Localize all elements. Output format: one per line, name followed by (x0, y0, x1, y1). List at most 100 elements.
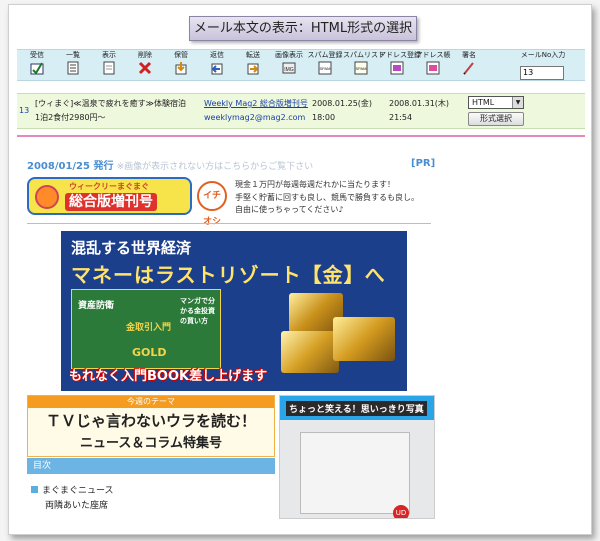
format-select-value: HTML (472, 98, 495, 107)
chevron-down-icon: ▼ (512, 97, 523, 108)
reply-icon (211, 63, 223, 75)
mail-subject-line2: 1泊2食付2980円〜 (35, 113, 106, 122)
toolbar-address-register[interactable]: アドレス登録 (379, 51, 421, 75)
address-book-icon (426, 61, 440, 75)
toolbar-label: アドレス登録 (379, 51, 421, 59)
logo-title: 総合版増刊号 (65, 193, 157, 211)
list-icon (67, 61, 79, 75)
toolbar-label: アドレス帳 (415, 51, 451, 59)
issue-date: 2008/01/25 発行 (27, 161, 114, 172)
ad-books-image: 資産防衛 金取引入門 マンガで分かる金投資の買い方 GOLD (71, 289, 221, 369)
mail-sent-date: 2008.01.25(金) (312, 99, 373, 108)
toolbar-image[interactable]: 画像表示 IMG (271, 51, 307, 75)
newsletter-logo: ウィークリーまぐまぐ 総合版増刊号 (27, 177, 192, 215)
format-select-button[interactable]: 形式選択 (468, 112, 524, 126)
toc-subitem: 両隣あいた座席 (45, 501, 109, 511)
toolbar-label: スパム登録 (307, 51, 343, 59)
mascot-icon (35, 185, 59, 209)
toolbar-label: メールNo入力 (520, 51, 566, 59)
logo-subtitle: ウィークリーまぐまぐ (69, 182, 149, 191)
gold-bar-image (333, 317, 395, 361)
toc-item-label: まぐまぐニュース (42, 486, 114, 496)
promo-text: 現金１万円が毎週毎週だれかに当たります！ 手堅く貯蓄に回すも良し、競馬で勝負する… (235, 179, 419, 217)
image-fallback-link[interactable]: ※画像が表示されない方はこちらからご覧下さい (117, 162, 314, 172)
issue-line: 2008/01/25 発行 ※画像が表示されない方はこちらからご覧下さい (27, 157, 313, 172)
ad-book-title: 金取引入門 (126, 323, 172, 333)
page-title: メール本文の表示：HTML形式の選択 (189, 16, 417, 41)
address-register-icon (390, 61, 404, 75)
photo-header: ちょっと笑える！思いっきり写真 (280, 396, 434, 420)
mail-sent-time: 18:00 (312, 113, 336, 122)
toc-heading: 目次 (27, 458, 275, 474)
format-select[interactable]: HTML ▼ (468, 96, 524, 109)
toolbar-label: 転送 (246, 51, 260, 59)
photo-header-text: ちょっと笑える！思いっきり写真 (286, 401, 427, 416)
forward-icon (247, 63, 259, 75)
toolbar-spam-register[interactable]: スパム登録 SPAM (307, 51, 343, 75)
toolbar-address-book[interactable]: アドレス帳 (415, 51, 451, 75)
mail-viewer-window: メール本文の表示：HTML形式の選択 受信 一覧 表示 削除 保管 返信 転送 (8, 4, 592, 535)
archive-icon (175, 62, 187, 75)
divider (27, 223, 431, 224)
toolbar-label: 一覧 (66, 51, 80, 59)
spam-register-icon: SPAM (318, 61, 332, 75)
ichioshi-badge-icon: イチオシ (197, 181, 227, 227)
toolbar-delete[interactable]: 削除 (127, 51, 163, 75)
toolbar-label: 保管 (174, 51, 188, 59)
promo-line: 現金１万円が毎週毎週だれかに当たります！ (235, 180, 395, 189)
image-icon: IMG (282, 62, 296, 74)
ad-title: 混乱する世界経済 (71, 239, 192, 257)
toolbar-label: スパムリスト (343, 51, 385, 59)
svg-text:IMG: IMG (284, 67, 294, 73)
svg-text:SPAM: SPAM (355, 66, 366, 71)
ad-footer: もれなく入門BOOK差し上げます (69, 369, 268, 384)
toolbar-list[interactable]: 一覧 (55, 51, 91, 75)
gold-bar-image (281, 331, 339, 373)
mail-subject: [ウィまぐ]≪温泉で疲れを癒す≫体験宿泊 (35, 99, 186, 108)
mail-from-name[interactable]: Weekly Mag2 総合版増刊号 (204, 98, 308, 109)
toolbar-forward[interactable]: 転送 (235, 51, 271, 75)
toolbar-label: 返信 (210, 51, 224, 59)
gold-ad-banner[interactable]: 混乱する世界経済 マネーはラストリゾート【金】へ 資産防衛 金取引入門 マンガで… (61, 231, 407, 391)
ad-book-title: 資産防衛 (78, 301, 115, 311)
mail-from-email: weeklymag2@mag2.com (204, 113, 306, 122)
photo-image: UD (300, 432, 410, 518)
toolbar-label: 画像表示 (275, 51, 303, 59)
funny-photo-banner[interactable]: ちょっと笑える！思いっきり写真 UD (279, 395, 435, 519)
receive-icon (30, 62, 44, 75)
toolbar-signature[interactable]: 署名 (451, 51, 487, 75)
promo-line: 手堅く貯蓄に回すも良し、競馬で勝負するも良し。 (235, 192, 419, 202)
bullet-icon (31, 486, 38, 493)
theme-headline: ＴＶじゃ言わないウラを読む！ (45, 412, 256, 430)
mail-number: 13 (19, 106, 30, 115)
toolbar-receive[interactable]: 受信 (19, 51, 55, 75)
weekly-theme-box: 今週のテーマ ＴＶじゃ言わないウラを読む！ ニュース＆コラム特集号 (27, 395, 275, 457)
toolbar-mail-number: メールNo入力 (513, 51, 573, 60)
photo-badge: UD (393, 505, 409, 518)
mail-number-input[interactable]: 13 (520, 66, 564, 80)
mail-toolbar: 受信 一覧 表示 削除 保管 返信 転送 画像表示 IMG スパム登録 SPAM… (17, 49, 585, 81)
mail-info-row: 13 [ウィまぐ]≪温泉で疲れを癒す≫体験宿泊 1泊2食付2980円〜 Week… (17, 93, 585, 129)
toolbar-archive[interactable]: 保管 (163, 51, 199, 75)
ad-headline: マネーはラストリゾート【金】へ (71, 263, 386, 287)
toc-item[interactable]: まぐまぐニュース (31, 483, 114, 496)
pr-label: [PR] (411, 158, 436, 169)
ad-gold-label: GOLD (132, 346, 167, 359)
toolbar-view[interactable]: 表示 (91, 51, 127, 75)
svg-text:SPAM: SPAM (319, 66, 330, 71)
divider (17, 135, 585, 137)
toolbar-label: 署名 (462, 51, 476, 59)
toolbar-label: 削除 (138, 51, 152, 59)
spam-list-icon: SPAM (354, 61, 368, 75)
promo-line: 自由に使っちゃってください♪ (235, 205, 344, 214)
toolbar-label: 表示 (102, 51, 116, 59)
toolbar-spam-list[interactable]: スパムリスト SPAM (343, 51, 385, 75)
delete-icon (138, 61, 152, 75)
mail-received-date: 2008.01.31(木) (389, 99, 450, 108)
signature-icon (463, 62, 474, 75)
toolbar-label: 受信 (30, 51, 44, 59)
theme-tag: 今週のテーマ (28, 396, 274, 408)
ad-book-title: マンガで分かる金投資の買い方 (180, 297, 215, 325)
view-icon (103, 61, 115, 75)
toolbar-reply[interactable]: 返信 (199, 51, 235, 75)
